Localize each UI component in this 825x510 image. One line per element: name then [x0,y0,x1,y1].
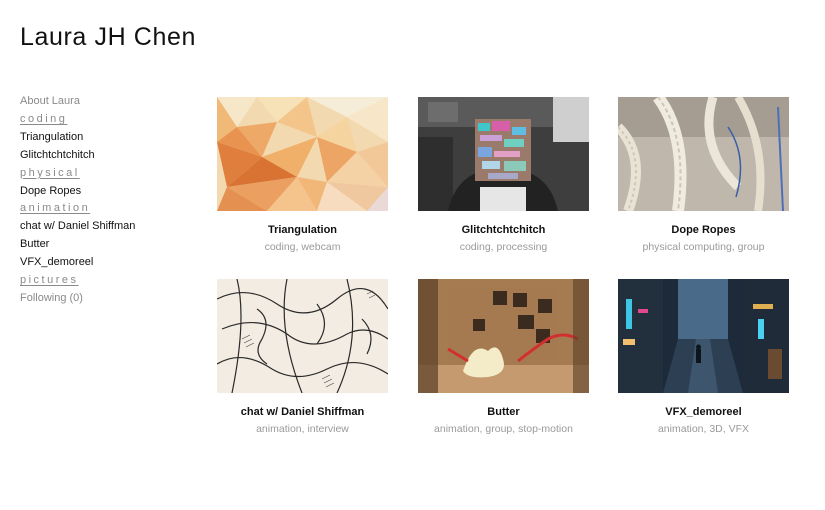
sidebar-category-animation[interactable]: animation [20,200,200,218]
project-thumbnail-glitchtchtchitch[interactable] [418,97,589,211]
sidebar-category-coding[interactable]: coding [20,111,200,129]
project-card-vfx-demoreel[interactable]: VFX_demoreel animation, 3D, VFX [618,279,789,436]
project-card-dope-ropes[interactable]: Dope Ropes physical computing, group [618,97,789,254]
project-tags: animation, group, stop-motion [434,423,573,435]
project-card-chat[interactable]: chat w/ Daniel Shiffman animation, inter… [217,279,388,436]
sidebar-item-dope-ropes[interactable]: Dope Ropes [20,183,200,201]
glitched-portrait-image [418,97,589,211]
project-title[interactable]: chat w/ Daniel Shiffman [217,405,388,419]
project-card-triangulation[interactable]: Triangulation coding, webcam [217,97,388,254]
sidebar-item-vfx-demoreel[interactable]: VFX_demoreel [20,254,200,272]
sidebar-category-pictures[interactable]: pictures [20,272,200,290]
project-title[interactable]: Glitchtchtchitch [418,223,589,237]
sidebar-item-triangulation[interactable]: Triangulation [20,129,200,147]
project-tags: physical computing, group [642,241,765,253]
low-poly-portrait-image [217,97,388,211]
project-title[interactable]: Butter [418,405,589,419]
project-title[interactable]: VFX_demoreel [618,405,789,419]
sidebar-nav: About Laura coding Triangulation Glitcht… [20,93,200,308]
project-thumbnail-butter[interactable] [418,279,589,393]
project-card-glitchtchtchitch[interactable]: Glitchtchtchitch coding, processing [418,97,589,254]
sidebar-item-glitchtchtchitch[interactable]: Glitchtchtchitch [20,147,200,165]
project-tags: animation, 3D, VFX [657,423,750,435]
project-thumbnail-dope-ropes[interactable] [618,97,789,211]
sidebar-category-physical[interactable]: physical [20,165,200,183]
project-tags: coding, webcam [264,241,341,253]
project-thumbnail-chat[interactable] [217,279,388,393]
sidebar-item-butter[interactable]: Butter [20,236,200,254]
stop-motion-set-image [418,279,589,393]
sidebar-item-chat[interactable]: chat w/ Daniel Shiffman [20,218,200,236]
project-thumbnail-vfx-demoreel[interactable] [618,279,789,393]
project-tags: coding, processing [459,241,548,253]
sidebar-following-link[interactable]: Following (0) [20,290,200,308]
project-tags: animation, interview [256,423,349,435]
project-title[interactable]: Triangulation [217,223,388,237]
neon-city-image [618,279,789,393]
rope-installation-image [618,97,789,211]
ink-sketch-image [217,279,388,393]
project-title[interactable]: Dope Ropes [618,223,789,237]
site-title[interactable]: Laura JH Chen [20,22,196,52]
project-thumbnail-triangulation[interactable] [217,97,388,211]
project-card-butter[interactable]: Butter animation, group, stop-motion [418,279,589,436]
sidebar-item-about[interactable]: About Laura [20,93,200,111]
